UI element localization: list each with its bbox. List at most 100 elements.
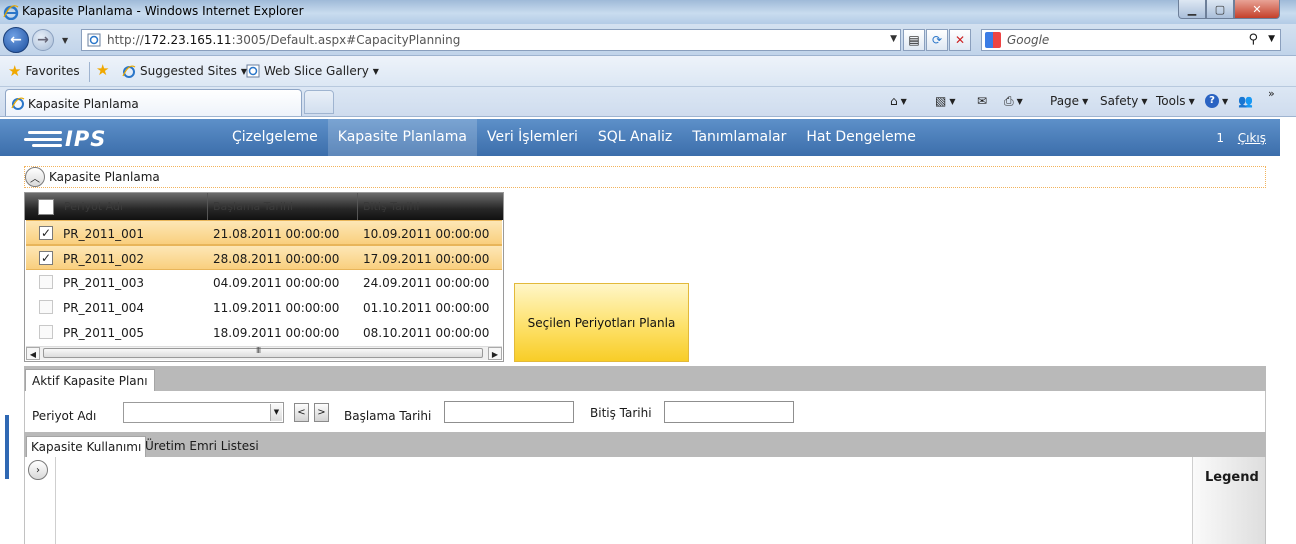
url-dropdown-icon[interactable]: ▼ xyxy=(890,34,897,44)
tools-menu[interactable]: Tools ▼ xyxy=(1156,94,1195,108)
new-tab-button[interactable] xyxy=(304,90,334,114)
logo-lines-icon xyxy=(22,131,62,147)
ie-page-icon xyxy=(11,97,25,110)
close-window-button[interactable]: ✕ xyxy=(1234,0,1280,19)
cell-period-name: PR_2011_004 xyxy=(63,301,145,315)
tab-capacity-usage[interactable]: Kapasite Kullanımı xyxy=(26,436,147,457)
web-slice-gallery-link[interactable]: Web Slice Gallery ▼ xyxy=(246,64,379,78)
minimize-button[interactable]: ▁ xyxy=(1178,0,1206,19)
cell-period-name: PR_2011_002 xyxy=(63,252,145,266)
search-icon[interactable]: ⚲ xyxy=(1248,32,1258,47)
column-header-period[interactable]: Periyot Adı xyxy=(59,193,208,220)
forward-button[interactable]: → xyxy=(32,29,54,51)
table-row[interactable]: ✓ PR_2011_002 28.08.2011 00:00:00 17.09.201… xyxy=(26,245,502,270)
maximize-button[interactable]: ▢ xyxy=(1206,0,1234,19)
table-row[interactable]: ✓ PR_2011_001 21.08.2011 00:00:00 10.09.201… xyxy=(26,220,502,245)
section-header: ︿ Kapasite Planlama xyxy=(24,166,1266,188)
url-field[interactable]: http://172.23.165.11:3005/Default.aspx#C… xyxy=(81,29,901,51)
search-dropdown-icon[interactable]: ▼ xyxy=(1268,34,1275,44)
add-favorite-button[interactable]: ★ xyxy=(96,61,110,79)
star-icon: ★ xyxy=(8,62,22,80)
start-date-field[interactable] xyxy=(444,401,574,423)
end-date-field[interactable] xyxy=(664,401,794,423)
left-accent-bar xyxy=(5,415,9,479)
cell-start-date: 11.09.2011 00:00:00 xyxy=(213,301,340,315)
section-title: Kapasite Planlama xyxy=(49,170,160,184)
search-field[interactable]: Google ⚲ ▼ xyxy=(981,29,1281,51)
cell-start-date: 21.08.2011 00:00:00 xyxy=(213,227,340,241)
scroll-left-button[interactable]: ◀ xyxy=(26,347,40,360)
chevron-down-icon: ▼ xyxy=(1016,97,1023,106)
help-button[interactable]: ? ▼ xyxy=(1205,94,1228,108)
address-bar: ← → ▼ http://172.23.165.11:3005/Default.… xyxy=(0,24,1296,56)
scroll-right-button[interactable]: ▶ xyxy=(488,347,502,360)
collapse-button[interactable]: ︿ xyxy=(25,167,45,187)
messenger-button[interactable]: 👥 xyxy=(1238,94,1253,108)
chevron-down-icon: ▼ xyxy=(1188,96,1195,106)
legend-panel: Legend xyxy=(1193,457,1265,544)
row-checkbox[interactable] xyxy=(39,300,53,314)
row-checkbox[interactable]: ✓ xyxy=(39,226,53,240)
safety-menu[interactable]: Safety ▼ xyxy=(1100,94,1148,108)
period-label: Periyot Adı xyxy=(32,409,97,423)
refresh-button[interactable]: ⟳ xyxy=(926,29,948,51)
previous-period-button[interactable]: < xyxy=(294,403,309,422)
chevron-down-icon: ▼ xyxy=(900,96,907,106)
menu-item[interactable]: SQL Analiz xyxy=(588,119,682,156)
column-header-end[interactable]: Bitiş Tarihi xyxy=(358,193,503,220)
home-button[interactable]: ⌂ ▼ xyxy=(890,94,907,108)
scroll-thumb[interactable] xyxy=(43,346,483,358)
row-checkbox[interactable] xyxy=(39,275,53,289)
row-checkbox[interactable]: ✓ xyxy=(39,251,53,265)
arrow-left-icon: ◀ xyxy=(29,350,37,359)
select-all-checkbox[interactable] xyxy=(38,199,54,215)
page-menu-label: Page xyxy=(1050,94,1080,108)
feeds-button[interactable]: ▧ ▼ xyxy=(935,94,956,108)
read-mail-button[interactable]: ✉ xyxy=(977,94,987,108)
table-row[interactable]: PR_2011_003 04.09.2011 00:00:00 24.09.2011… xyxy=(26,270,502,295)
ie-page-icon xyxy=(122,65,136,78)
menu-item[interactable]: Çizelgeleme xyxy=(222,119,328,156)
add-favorite-icon: ★ xyxy=(96,61,110,79)
browser-tab-active[interactable]: Kapasite Planlama xyxy=(5,89,302,116)
search-placeholder: Google xyxy=(1007,33,1050,47)
row-checkbox[interactable] xyxy=(39,325,53,339)
help-icon: ? xyxy=(1205,94,1219,108)
web-slice-gallery-label: Web Slice Gallery xyxy=(264,64,369,78)
menu-item[interactable]: Tanımlamalar xyxy=(682,119,796,156)
window-titlebar: Kapasite Planlama - Windows Internet Exp… xyxy=(0,0,1296,24)
plan-selected-periods-button[interactable]: Seçilen Periyotları Planla xyxy=(514,283,689,362)
main-menu: Çizelgeleme Kapasite Planlama Veri İşlemle… xyxy=(222,119,926,156)
favorites-label: Favorites xyxy=(25,64,80,78)
tab-production-orders[interactable]: Üretim Emri Listesi xyxy=(141,436,263,457)
history-dropdown-icon[interactable]: ▼ xyxy=(62,36,68,45)
cell-end-date: 01.10.2011 00:00:00 xyxy=(363,301,490,315)
back-button[interactable]: ← xyxy=(3,27,29,53)
capacity-usage-panel: › Legend xyxy=(24,457,1266,544)
periods-grid: Periyot Adı Başlama Tarihi Bitiş Tarihi … xyxy=(24,192,504,362)
suggested-sites-link[interactable]: Suggested Sites ▼ xyxy=(122,64,247,78)
expand-button[interactable]: › xyxy=(28,460,48,480)
menu-item[interactable]: Kapasite Planlama xyxy=(327,119,477,156)
print-button[interactable]: ⎙ ▼ xyxy=(1004,94,1023,109)
next-period-button[interactable]: > xyxy=(314,403,329,422)
user-number: 1 xyxy=(1216,131,1224,145)
chevron-down-icon[interactable]: ▼ xyxy=(270,404,282,421)
column-header-start[interactable]: Başlama Tarihi xyxy=(208,193,358,220)
compatibility-button[interactable]: ▤ xyxy=(903,29,925,51)
table-row[interactable]: PR_2011_005 18.09.2011 00:00:00 08.10.2011… xyxy=(26,320,502,345)
period-select[interactable]: ▼ xyxy=(123,402,284,423)
menu-item[interactable]: Veri İşlemleri xyxy=(477,119,588,156)
logout-link[interactable]: Çıkış xyxy=(1238,131,1266,145)
end-date-label: Bitiş Tarihi xyxy=(590,406,652,420)
tab-active-capacity-plan[interactable]: Aktif Kapasite Planı xyxy=(25,369,155,391)
table-row[interactable]: PR_2011_004 11.09.2011 00:00:00 01.10.2011… xyxy=(26,295,502,320)
horizontal-scrollbar[interactable]: ◀ ▶ xyxy=(26,346,502,360)
page-icon xyxy=(87,33,101,47)
more-commands-button[interactable]: » xyxy=(1268,87,1275,100)
chevron-right-icon: › xyxy=(36,464,40,476)
menu-item[interactable]: Hat Dengeleme xyxy=(796,119,926,156)
stop-button[interactable]: ✕ xyxy=(949,29,971,51)
page-menu[interactable]: Page ▼ xyxy=(1050,94,1088,108)
favorites-button[interactable]: ★ Favorites xyxy=(8,62,80,80)
